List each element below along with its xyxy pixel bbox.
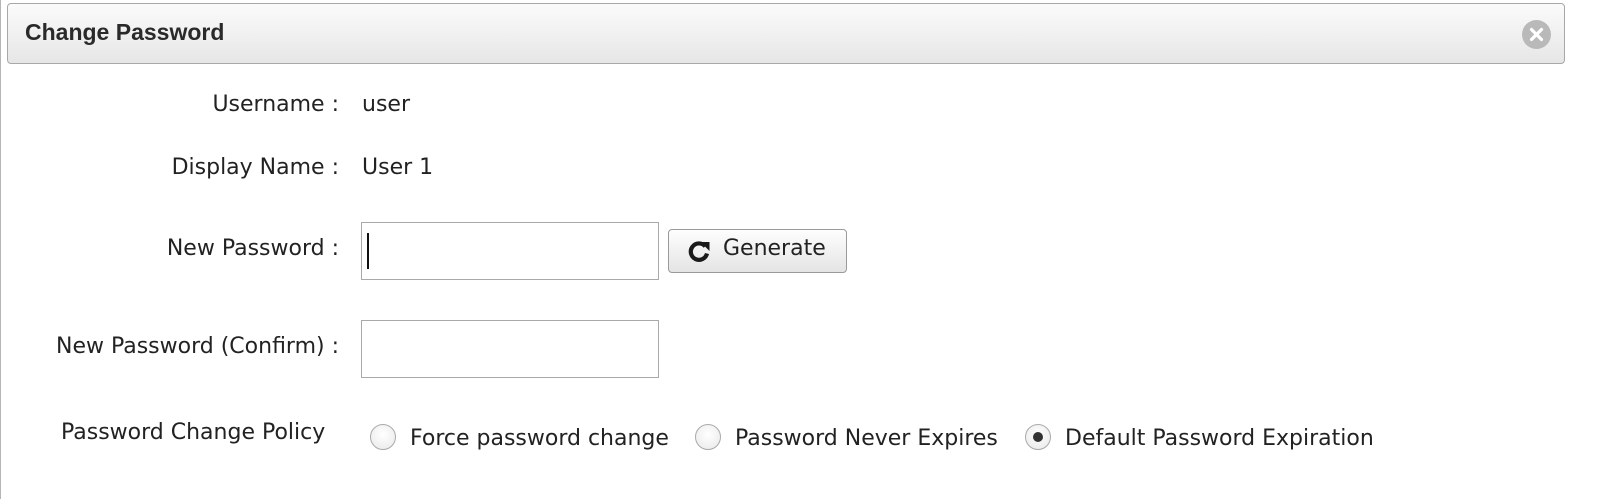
text-caret (367, 233, 369, 269)
radio-default-password-expiration[interactable] (1025, 424, 1051, 450)
new-password-label: New Password : (166, 236, 339, 261)
confirm-password-label: New Password (Confirm) : (55, 334, 339, 359)
refresh-icon (688, 241, 710, 262)
password-policy-label: Password Change Policy (61, 420, 326, 445)
radio-force-password-change[interactable] (370, 424, 396, 450)
change-password-dialog: Change Password Username : user Display … (0, 0, 1609, 499)
close-icon[interactable] (1522, 20, 1551, 49)
dialog-titlebar: Change Password (7, 3, 1565, 64)
username-value: user (362, 92, 410, 117)
confirm-password-input[interactable] (361, 320, 659, 378)
display-name-label: Display Name : (171, 155, 339, 180)
radio-label-force-password-change[interactable]: Force password change (410, 426, 669, 451)
generate-button-label: Generate (723, 236, 826, 261)
radio-password-never-expires[interactable] (695, 424, 721, 450)
username-label: Username : (212, 92, 339, 117)
dialog-title: Change Password (25, 19, 225, 45)
new-password-input[interactable] (361, 222, 659, 280)
generate-button[interactable]: Generate (668, 229, 847, 273)
radio-label-default-password-expiration[interactable]: Default Password Expiration (1065, 426, 1374, 451)
radio-label-password-never-expires[interactable]: Password Never Expires (735, 426, 998, 451)
display-name-value: User 1 (362, 155, 434, 180)
